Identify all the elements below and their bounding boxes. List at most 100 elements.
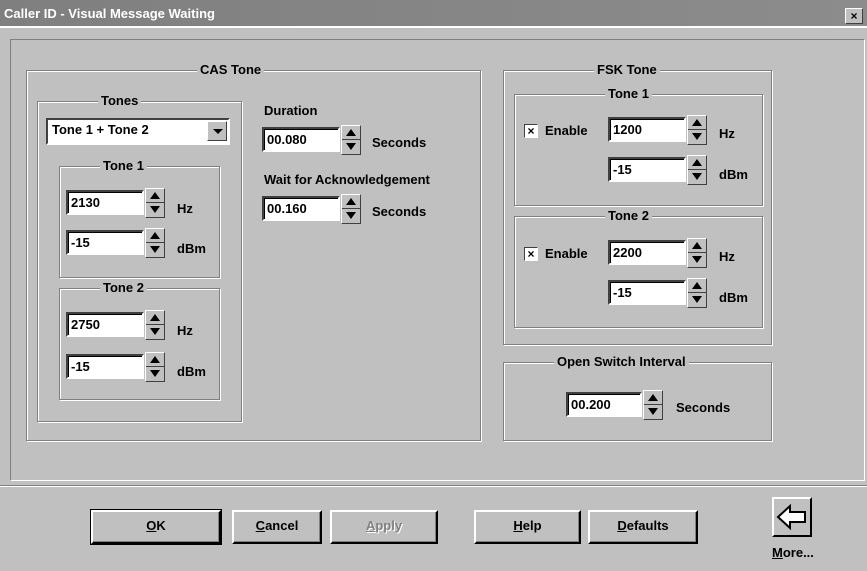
fsk-tone2-group: Tone 2 [514, 208, 763, 328]
fsk-tone2-hz-unit: Hz [719, 249, 735, 264]
spin-down-icon[interactable] [146, 243, 164, 257]
help-button-label: elp [522, 518, 542, 533]
fsk-tone1-group: Tone 1 [514, 86, 763, 206]
cas-tone1-hz-spinner[interactable] [145, 188, 165, 218]
cas-tone1-db-spinner[interactable] [145, 228, 165, 258]
fsk-tone1-hz-spinner[interactable] [687, 115, 707, 145]
ok-button-label: K [156, 518, 166, 533]
spin-up-icon[interactable] [342, 126, 360, 140]
help-button[interactable]: Help [474, 510, 581, 544]
tones-select[interactable]: Tone 1 + Tone 2 [46, 118, 230, 145]
apply-button-accel: A [365, 518, 376, 533]
spin-up-icon[interactable] [146, 353, 164, 367]
ok-button[interactable]: OK [90, 509, 222, 545]
spin-down-icon[interactable] [644, 405, 662, 419]
cancel-button-accel: C [255, 518, 266, 533]
spin-down-icon[interactable] [688, 130, 706, 144]
fsk-tone1-legend: Tone 1 [605, 86, 652, 101]
fsk-tone1-db-input[interactable]: -15 [608, 157, 686, 182]
spin-up-icon[interactable] [146, 189, 164, 203]
open-switch-interval-unit: Seconds [676, 400, 731, 415]
fsk-tone2-legend: Tone 2 [605, 208, 652, 223]
open-switch-interval-input[interactable]: 00.200 [566, 392, 642, 417]
spin-down-icon[interactable] [688, 253, 706, 267]
duration-label: Duration [264, 103, 318, 118]
cas-tone-legend: CAS Tone [197, 62, 265, 77]
spin-up-icon[interactable] [146, 229, 164, 243]
more-label-rest: ore... [782, 545, 814, 560]
spin-up-icon[interactable] [688, 239, 706, 253]
apply-button[interactable]: Apply [330, 510, 438, 544]
cas-tone2-hz-input[interactable]: 2750 [66, 312, 144, 337]
spin-up-icon[interactable] [688, 116, 706, 130]
fsk-tone2-hz-input[interactable]: 2200 [608, 240, 686, 265]
cas-tone1-hz-unit: Hz [177, 201, 193, 216]
spin-up-icon[interactable] [146, 311, 164, 325]
tones-legend: Tones [98, 93, 142, 108]
fsk-tone1-hz-unit: Hz [719, 126, 735, 141]
wait-ack-unit: Seconds [372, 204, 427, 219]
fsk-tone2-db-spinner[interactable] [687, 278, 707, 308]
wait-ack-spinner[interactable] [341, 194, 361, 224]
close-icon[interactable]: × [845, 8, 863, 24]
cas-tone1-db-input[interactable]: -15 [66, 230, 144, 255]
cancel-button[interactable]: Cancel [232, 510, 322, 544]
apply-button-label: pply [375, 518, 403, 533]
cas-tone1-legend: Tone 1 [100, 158, 147, 173]
spin-down-icon[interactable] [146, 325, 164, 339]
dropdown-arrow-icon[interactable] [207, 121, 227, 141]
cas-tone2-db-input[interactable]: -15 [66, 354, 144, 379]
tones-select-value: Tone 1 + Tone 2 [52, 122, 149, 137]
cas-tone2-hz-unit: Hz [177, 323, 193, 338]
cas-tone2-hz-spinner[interactable] [145, 310, 165, 340]
fsk-tone1-db-unit: dBm [719, 167, 748, 182]
ok-button-accel: O [146, 518, 157, 533]
duration-spinner[interactable] [341, 125, 361, 155]
fsk-tone1-enable-label[interactable]: Enable [545, 123, 588, 138]
duration-unit: Seconds [372, 135, 427, 150]
window-title: Caller ID - Visual Message Waiting [4, 6, 215, 21]
defaults-button[interactable]: Defaults [588, 510, 698, 544]
cas-tone2-db-unit: dBm [177, 364, 206, 379]
fsk-tone2-enable-checkbox[interactable]: × [524, 247, 538, 261]
help-button-accel: H [513, 518, 523, 533]
defaults-button-label: efaults [626, 518, 669, 533]
wait-ack-label: Wait for Acknowledgement [264, 172, 430, 187]
more-label-accel: M [772, 545, 783, 560]
duration-input[interactable]: 00.080 [262, 127, 340, 152]
cas-tone2-db-spinner[interactable] [145, 352, 165, 382]
button-bar-separator [0, 485, 867, 487]
fsk-tone2-db-unit: dBm [719, 290, 748, 305]
title-bar: Caller ID - Visual Message Waiting × [0, 0, 867, 28]
left-arrow-icon [776, 503, 806, 531]
fsk-tone2-db-input[interactable]: -15 [608, 280, 686, 305]
spin-up-icon[interactable] [342, 195, 360, 209]
wait-ack-input[interactable]: 00.160 [262, 196, 340, 221]
cas-tone2-legend: Tone 2 [100, 280, 147, 295]
spin-up-icon[interactable] [688, 156, 706, 170]
fsk-tone1-enable-checkbox[interactable]: × [524, 124, 538, 138]
open-switch-interval-legend: Open Switch Interval [554, 354, 689, 369]
spin-up-icon[interactable] [644, 391, 662, 405]
cancel-button-label: ancel [265, 518, 299, 533]
cas-tone2-group: Tone 2 [59, 280, 220, 400]
fsk-tone2-enable-label[interactable]: Enable [545, 246, 588, 261]
spin-down-icon[interactable] [688, 170, 706, 184]
spin-down-icon[interactable] [342, 209, 360, 223]
fsk-tone-legend: FSK Tone [594, 62, 660, 77]
spin-down-icon[interactable] [688, 293, 706, 307]
cas-tone1-group: Tone 1 [59, 158, 220, 278]
open-switch-interval-spinner[interactable] [643, 390, 663, 420]
fsk-tone1-db-spinner[interactable] [687, 155, 707, 185]
fsk-tone1-hz-input[interactable]: 1200 [608, 117, 686, 142]
spin-down-icon[interactable] [146, 367, 164, 381]
more-button[interactable] [772, 497, 812, 537]
spin-down-icon[interactable] [342, 140, 360, 154]
spin-up-icon[interactable] [688, 279, 706, 293]
spin-down-icon[interactable] [146, 203, 164, 217]
cas-tone1-db-unit: dBm [177, 241, 206, 256]
cas-tone1-hz-input[interactable]: 2130 [66, 190, 144, 215]
fsk-tone2-hz-spinner[interactable] [687, 238, 707, 268]
more-label[interactable]: More... [772, 545, 814, 560]
defaults-button-accel: D [617, 518, 627, 533]
